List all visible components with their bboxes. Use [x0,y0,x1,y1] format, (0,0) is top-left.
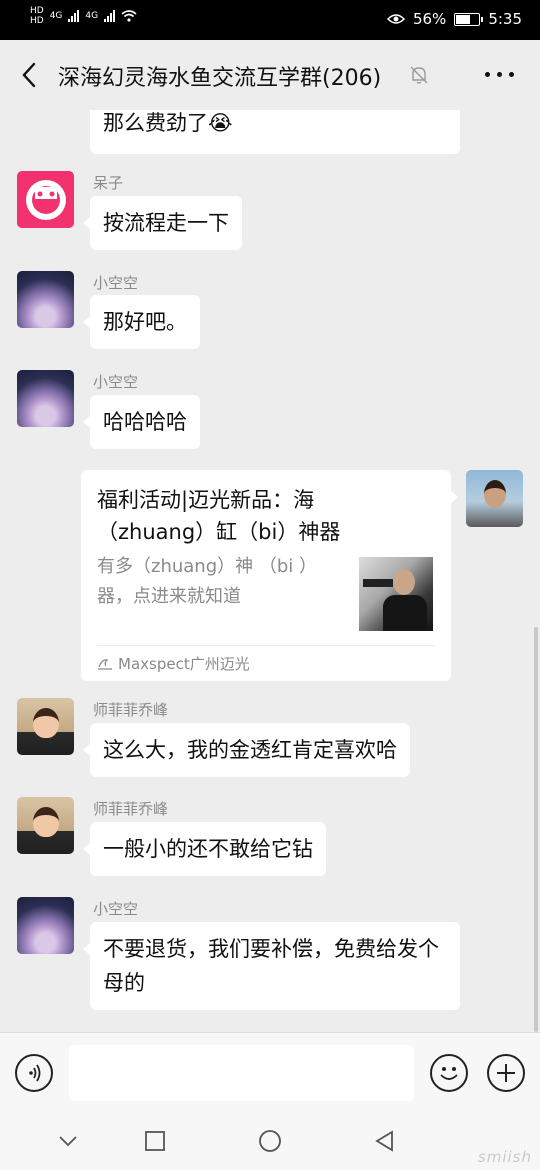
status-bar: HD HD 4G 4G 56% 5:35 [0,0,540,40]
link-card-source: Maxspect广州迈光 [97,653,250,674]
smiley-icon [25,179,66,220]
battery-icon [454,12,484,26]
signal-icon [68,10,80,22]
link-card-description: 有多（zhuang）神 （bi ）器，点进来就知道 [97,556,317,607]
message-bubble[interactable]: 哈哈哈哈 [83,395,200,449]
voice-icon[interactable] [15,1054,53,1092]
message-text: 哈哈哈哈 [103,410,187,434]
avatar[interactable] [17,698,74,755]
sender-name: 小空空 [93,373,139,391]
divider [97,645,435,646]
sender-name: 小空空 [93,274,139,292]
plus-icon[interactable] [487,1054,525,1092]
status-right: 56% 5:35 [386,10,522,28]
avatar[interactable] [17,171,74,228]
link-card[interactable]: 福利活动|迈光新品：海（zhuang）缸（bi）神器 有多（zhuang）神 （… [81,470,458,681]
link-card-title: 福利活动|迈光新品：海（zhuang）缸（bi）神器 [97,488,341,544]
avatar[interactable] [17,370,74,427]
nav-recents-icon[interactable] [140,1126,170,1156]
message-bubble[interactable]: 不要退货，我们要补偿，免费给发个母的 [83,922,460,1010]
message-input[interactable] [69,1045,414,1101]
link-card-source-name: Maxspect广州迈光 [118,655,250,673]
signal-group: HD HD 4G 4G [30,6,137,26]
clock: 5:35 [488,10,522,28]
chat-area[interactable]: 那么费劲了😭 呆子 按流程走一下 小空空 那好吧。 小空空 哈哈哈哈 福利活动|… [0,110,540,1032]
scrollbar[interactable] [534,627,538,1032]
message-text: 那好吧。 [103,310,187,334]
sender-name: 师菲菲乔峰 [93,701,169,719]
link-card-thumbnail [359,557,433,631]
avatar[interactable] [17,897,74,954]
avatar[interactable] [17,797,74,854]
message-bubble[interactable]: 这么大，我的金透红肯定喜欢哈 [83,723,410,777]
avatar[interactable] [17,271,74,328]
signal-icon [104,10,116,22]
official-account-icon [98,658,112,670]
sender-name: 呆子 [93,174,124,192]
nav-back-icon[interactable] [370,1126,400,1156]
wifi-icon [121,10,137,22]
nav-home-icon[interactable] [255,1126,285,1156]
eye-icon [386,14,405,24]
sim2-label: HD [30,16,44,26]
message-text: 一般小的还不敢给它钻 [103,837,313,861]
network1-label: 4G [49,11,63,21]
network2-label: 4G [85,11,99,21]
message-bubble[interactable]: 一般小的还不敢给它钻 [83,822,326,876]
message-bubble[interactable]: 按流程走一下 [83,196,242,250]
message-bubble[interactable]: 那好吧。 [83,295,200,349]
chat-header: 深海幻灵海水鱼交流互学群(206) [0,40,540,110]
sim1-label: HD [30,6,44,16]
sender-name: 小空空 [93,900,139,918]
message-bubble[interactable]: 那么费劲了😭 [90,110,460,154]
message-text: 这么大，我的金透红肯定喜欢哈 [103,738,397,762]
message-text: 按流程走一下 [103,211,229,235]
message-text: 不要退货，我们要补偿，免费给发个母的 [103,937,439,995]
emoji-icon[interactable] [430,1054,468,1092]
message-text: 那么费劲了😭 [103,111,233,135]
watermark: smiish [477,1148,532,1166]
chat-title: 深海幻灵海水鱼交流互学群(206) [58,66,382,91]
back-icon[interactable] [16,58,46,92]
system-nav-bar: smiish [0,1112,540,1170]
sender-name: 师菲菲乔峰 [93,800,169,818]
more-icon[interactable] [485,72,514,77]
nav-down-icon[interactable] [53,1126,83,1156]
input-bar [0,1032,540,1112]
mute-bell-icon [410,66,428,84]
avatar[interactable] [466,470,523,527]
battery-percent: 56% [412,10,447,28]
